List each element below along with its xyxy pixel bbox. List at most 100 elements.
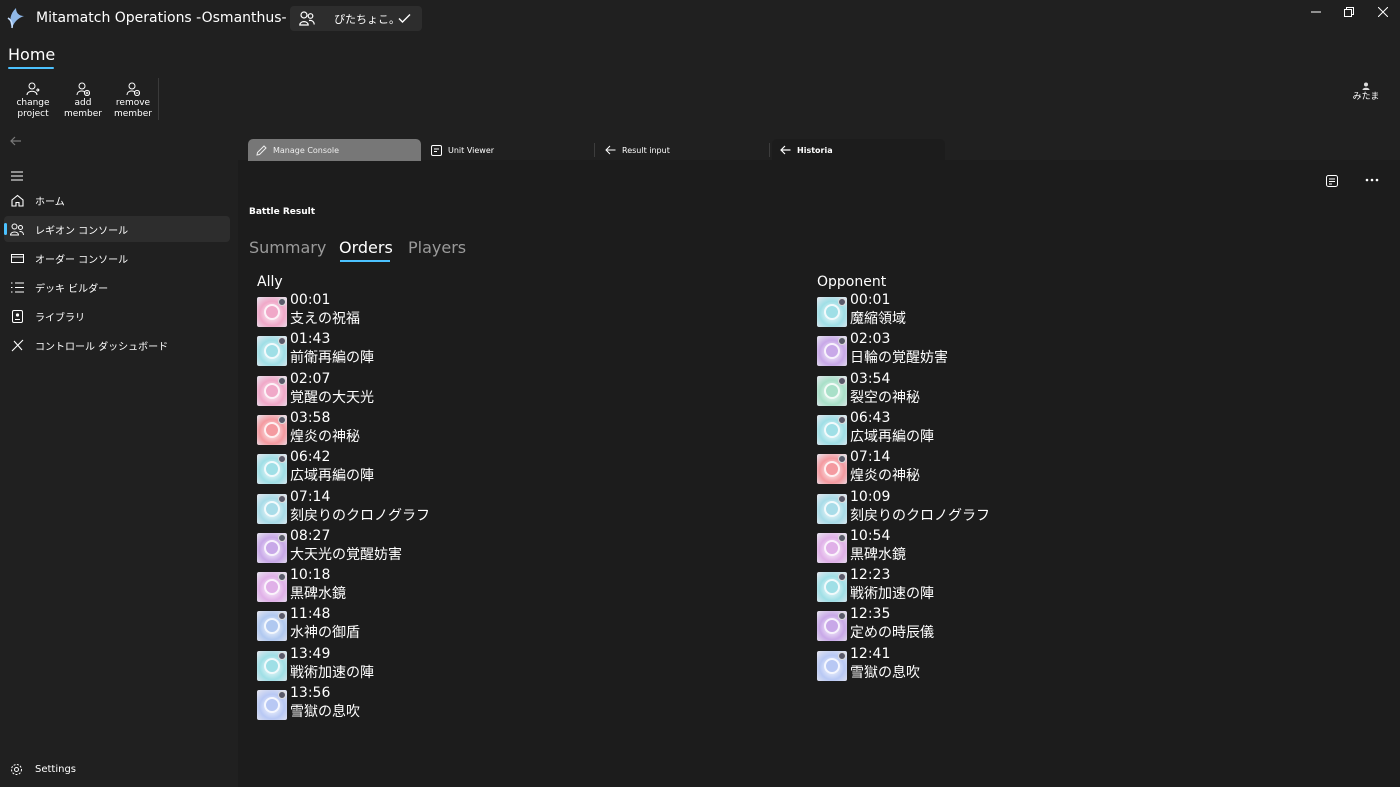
order-icon <box>817 532 847 563</box>
order-time: 12:23 <box>850 567 891 584</box>
order-badge-icon <box>278 376 286 385</box>
remove-member-label: remove member <box>113 98 153 119</box>
pivot-players[interactable]: Players <box>408 238 466 257</box>
page-title-underline <box>8 67 54 69</box>
order-time: 01:43 <box>290 331 331 348</box>
nav-item-order-console[interactable]: オーダー コンソール <box>4 245 230 271</box>
order-name: 黒碑水鏡 <box>850 546 906 563</box>
add-member-label: add member <box>63 98 103 119</box>
order-emblem-icon <box>264 539 280 556</box>
order-badge-icon <box>278 494 286 503</box>
project-selector[interactable]: ぴたちょこ。 <box>290 6 422 31</box>
order-name: 裂空の神秘 <box>850 389 920 406</box>
order-emblem-icon <box>824 500 840 517</box>
order-icon <box>257 297 287 327</box>
pivot-summary[interactable]: Summary <box>249 238 326 257</box>
arrow-left-icon <box>605 145 616 155</box>
order-badge-icon <box>838 376 846 385</box>
app-logo-icon <box>4 6 26 30</box>
order-name: 刻戻りのクロノグラフ <box>290 507 430 524</box>
order-time: 10:18 <box>290 567 331 584</box>
change-project-button[interactable]: change project <box>9 82 57 120</box>
order-badge-icon <box>278 691 286 699</box>
user-button[interactable]: みたま <box>1348 82 1384 103</box>
order-icon <box>257 454 287 485</box>
order-icon <box>817 414 847 445</box>
nav-item-control-dashboard[interactable]: コントロール ダッシュボード <box>4 332 230 358</box>
people-icon <box>10 222 24 236</box>
order-time: 03:58 <box>290 409 331 426</box>
opponent-header: Opponent <box>817 274 887 290</box>
order-badge-icon <box>838 651 846 660</box>
order-emblem-icon <box>264 304 280 320</box>
nav-item-home[interactable]: ホーム <box>4 187 230 213</box>
nav-item-label: コントロール ダッシュボード <box>35 341 169 353</box>
order-emblem-icon <box>264 461 280 478</box>
order-badge-icon <box>278 573 286 582</box>
ally-header: Ally <box>257 274 283 290</box>
order-icon <box>817 572 847 603</box>
gear-icon <box>10 763 23 776</box>
order-time: 10:09 <box>850 488 891 505</box>
card-icon <box>10 251 24 265</box>
page-title: Home <box>8 45 56 64</box>
edit-icon <box>256 144 267 156</box>
order-badge-icon <box>278 533 286 542</box>
order-icon <box>817 493 847 524</box>
nav-item-legion-console[interactable]: レギオン コンソール <box>4 216 230 242</box>
order-name: 大天光の覚醒妨害 <box>290 546 402 563</box>
order-emblem-icon <box>264 500 280 517</box>
order-time: 02:03 <box>850 331 891 348</box>
menu-button[interactable] <box>11 166 23 185</box>
order-badge-icon <box>838 337 846 346</box>
remove-member-button[interactable]: remove member <box>109 82 157 120</box>
order-time: 11:48 <box>290 606 331 623</box>
project-name: ぴたちょこ。 <box>334 13 400 26</box>
person-remove-icon <box>126 82 140 96</box>
order-name: 黒碑水鏡 <box>290 586 346 603</box>
notes-icon <box>1326 175 1338 187</box>
tab-unit-viewer[interactable]: Unit Viewer <box>423 139 596 161</box>
order-badge-icon <box>838 494 846 503</box>
order-badge-icon <box>838 533 846 542</box>
order-time: 12:35 <box>850 606 891 623</box>
tab-label: Manage Console <box>273 145 340 155</box>
order-time: 07:14 <box>290 488 331 505</box>
tab-manage-console[interactable]: Manage Console <box>248 139 421 161</box>
more-options-button[interactable] <box>1365 170 1379 186</box>
back-button[interactable] <box>10 135 22 150</box>
nav-item-label: レギオン コンソール <box>35 225 129 237</box>
order-icon <box>257 572 287 603</box>
order-emblem-icon <box>824 382 840 399</box>
pivot-orders[interactable]: Orders <box>339 238 393 257</box>
order-badge-icon <box>838 415 846 424</box>
add-member-button[interactable]: add member <box>59 82 107 120</box>
tab-separator <box>769 143 770 157</box>
order-icon <box>257 375 287 406</box>
nav-item-library[interactable]: ライブラリ <box>4 303 230 329</box>
more-icon <box>1365 178 1379 182</box>
order-badge-icon <box>838 573 846 582</box>
order-emblem-icon <box>824 618 840 635</box>
order-time: 06:42 <box>290 449 331 466</box>
check-icon[interactable] <box>398 13 411 24</box>
order-item: 13:56 雪獄の息吹 <box>257 685 557 729</box>
order-name: 戦術加速の陣 <box>850 586 934 603</box>
order-name: 戦術加速の陣 <box>290 664 374 681</box>
order-name: 覚醒の大天光 <box>290 389 374 406</box>
settings-button[interactable]: Settings <box>10 763 76 776</box>
close-icon <box>1378 7 1388 17</box>
order-time: 02:07 <box>290 370 331 387</box>
order-emblem-icon <box>824 539 840 556</box>
close-button[interactable] <box>1360 0 1400 24</box>
order-emblem-icon <box>824 304 840 320</box>
order-badge-icon <box>838 612 846 621</box>
arrow-left-icon <box>780 145 791 155</box>
tab-result-input[interactable]: Result input <box>597 139 770 161</box>
nav-item-deck-builder[interactable]: デッキ ビルダー <box>4 274 230 300</box>
order-icon <box>817 454 847 485</box>
tab-historia[interactable]: Historia <box>772 139 945 161</box>
order-icon <box>257 493 287 524</box>
tab-separator <box>594 143 595 157</box>
notes-button[interactable] <box>1326 172 1338 191</box>
